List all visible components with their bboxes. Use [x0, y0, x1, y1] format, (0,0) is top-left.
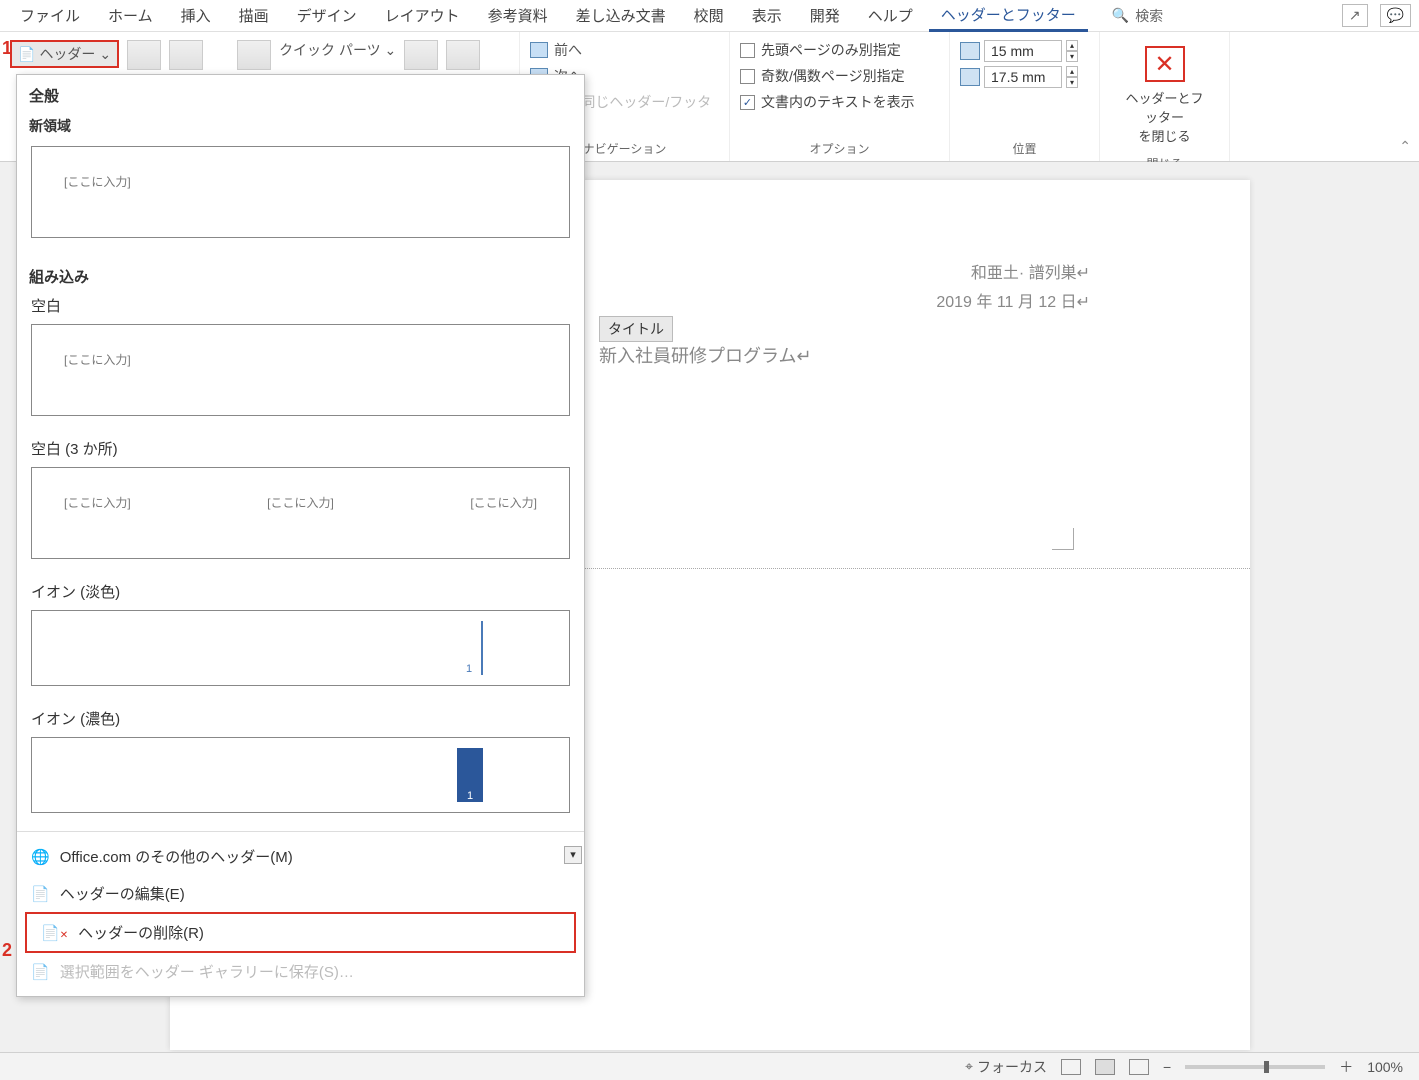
gallery-item-ion-light[interactable]: 1 [31, 610, 570, 686]
pictures-button[interactable] [404, 40, 438, 70]
zoom-slider[interactable] [1185, 1065, 1325, 1069]
gallery-section-builtin: 組み込み [17, 256, 584, 291]
show-document-text-checkbox[interactable]: ✓文書内のテキストを表示 [740, 92, 915, 112]
print-layout-button[interactable] [1095, 1059, 1115, 1075]
tab-layout[interactable]: レイアウト [373, 1, 472, 30]
remove-header-button[interactable]: 📄✕ ヘッダーの削除(R) [27, 914, 574, 951]
gallery-item-ion-dark[interactable]: 1 [31, 737, 570, 813]
gallery-item-label: 空白 (3 か所) [17, 434, 584, 461]
gallery-item-label: イオン (淡色) [17, 577, 584, 604]
tab-draw[interactable]: 描画 [227, 1, 281, 30]
collapse-ribbon-button[interactable]: ⌃ [1399, 138, 1411, 155]
tab-file[interactable]: ファイル [8, 1, 92, 30]
quick-parts-button[interactable]: クイック パーツ ⌄ [279, 40, 396, 60]
group-label-options: オプション [740, 136, 939, 157]
gallery-item-blank-3[interactable]: [ここに入力] [ここに入力] [ここに入力] [31, 467, 570, 559]
tab-header-footer[interactable]: ヘッダーとフッター [929, 0, 1088, 32]
footer-button[interactable] [127, 40, 161, 70]
close-label: ヘッダーとフッター を閉じる [1120, 88, 1209, 145]
header-from-top-input[interactable]: 15 mm ▴▾ [960, 40, 1078, 62]
zoom-level[interactable]: 100% [1367, 1059, 1403, 1075]
spinner[interactable]: ▴▾ [1066, 66, 1078, 88]
tab-design[interactable]: デザイン [285, 1, 369, 30]
globe-icon: 🌐 [31, 848, 50, 866]
checkbox-checked-icon: ✓ [740, 95, 755, 110]
prev-icon [530, 42, 548, 58]
gallery-item-label: 空白 [17, 291, 584, 318]
goto-previous-button[interactable]: 前へ [530, 40, 582, 60]
search-icon: 🔍 [1112, 7, 1129, 24]
status-bar: ⌖フォーカス − ＋ 100% [0, 1052, 1419, 1080]
gallery-item-label: 新領域 [17, 110, 584, 140]
header-top-icon [960, 42, 980, 60]
header-dropdown-label: ヘッダー ⌄ [39, 44, 111, 64]
checkbox-icon [740, 43, 755, 58]
comments-icon[interactable]: 💬 [1380, 4, 1411, 27]
edit-header-button[interactable]: 📄 ヘッダーの編集(E) [17, 875, 584, 912]
annotation-2: 2 [2, 940, 12, 961]
tab-insert[interactable]: 挿入 [169, 1, 223, 30]
tab-home[interactable]: ホーム [96, 1, 165, 30]
checkbox-icon [740, 69, 755, 84]
page-icon: 📄 [18, 46, 35, 63]
tab-review[interactable]: 校閲 [682, 1, 736, 30]
gallery-item-blank[interactable]: [ここに入力] [31, 324, 570, 416]
focus-mode-button[interactable]: ⌖フォーカス [965, 1057, 1047, 1077]
close-header-footer-button[interactable]: ✕ ヘッダーとフッター を閉じる [1110, 40, 1219, 151]
tab-mailings[interactable]: 差し込み文書 [564, 1, 678, 30]
tab-help[interactable]: ヘルプ [856, 1, 925, 30]
footer-from-bottom-input[interactable]: 17.5 mm ▴▾ [960, 66, 1078, 88]
search-button[interactable]: 🔍 検索 [1112, 6, 1163, 26]
group-label-position: 位置 [960, 136, 1089, 157]
tab-developer[interactable]: 開発 [798, 1, 852, 30]
ribbon-tabs: ファイル ホーム 挿入 描画 デザイン レイアウト 参考資料 差し込み文書 校閲… [0, 0, 1419, 32]
annotation-1: 1 [2, 38, 12, 59]
title-content-control-tag[interactable]: タイトル [599, 316, 673, 342]
header-gallery-dropdown: 全般 新領域 [ここに入力] 組み込み 空白 [ここに入力] 空白 (3 か所)… [16, 74, 585, 997]
page-icon: 📄 [31, 885, 50, 903]
search-label: 検索 [1135, 6, 1163, 26]
zoom-in-button[interactable]: ＋ [1339, 1057, 1353, 1077]
page-delete-icon: 📄✕ [41, 924, 68, 942]
footer-bottom-icon [960, 68, 980, 86]
gallery-scroll-down[interactable]: ▾ [564, 846, 582, 864]
gallery-section-general: 全般 [17, 75, 584, 110]
web-layout-button[interactable] [1129, 1059, 1149, 1075]
header-dropdown-button[interactable]: 📄 ヘッダー ⌄ [10, 40, 119, 68]
different-first-page-checkbox[interactable]: 先頭ページのみ別指定 [740, 40, 901, 60]
corner-mark [1052, 528, 1074, 550]
gallery-item-label: イオン (濃色) [17, 704, 584, 731]
online-pictures-button[interactable] [446, 40, 480, 70]
gallery-item-new-region[interactable]: [ここに入力] [31, 146, 570, 238]
tab-view[interactable]: 表示 [740, 1, 794, 30]
close-icon: ✕ [1145, 46, 1185, 82]
page-number-button[interactable] [169, 40, 203, 70]
title-text[interactable]: 新入社員研修プログラム↵ [599, 346, 812, 366]
date-time-button[interactable] [237, 40, 271, 70]
share-icon[interactable]: ↗ [1342, 4, 1368, 27]
read-mode-button[interactable] [1061, 1059, 1081, 1075]
zoom-out-button[interactable]: − [1163, 1059, 1171, 1075]
tab-references[interactable]: 参考資料 [476, 1, 560, 30]
save-selection-to-gallery-button: 📄 選択範囲をヘッダー ギャラリーに保存(S)… [17, 953, 584, 990]
save-icon: 📄 [31, 963, 50, 981]
spinner[interactable]: ▴▾ [1066, 40, 1078, 62]
focus-icon: ⌖ [965, 1058, 973, 1075]
different-odd-even-checkbox[interactable]: 奇数/偶数ページ別指定 [740, 66, 905, 86]
more-headers-office-button[interactable]: 🌐 Office.com のその他のヘッダー(M) › [17, 838, 584, 875]
